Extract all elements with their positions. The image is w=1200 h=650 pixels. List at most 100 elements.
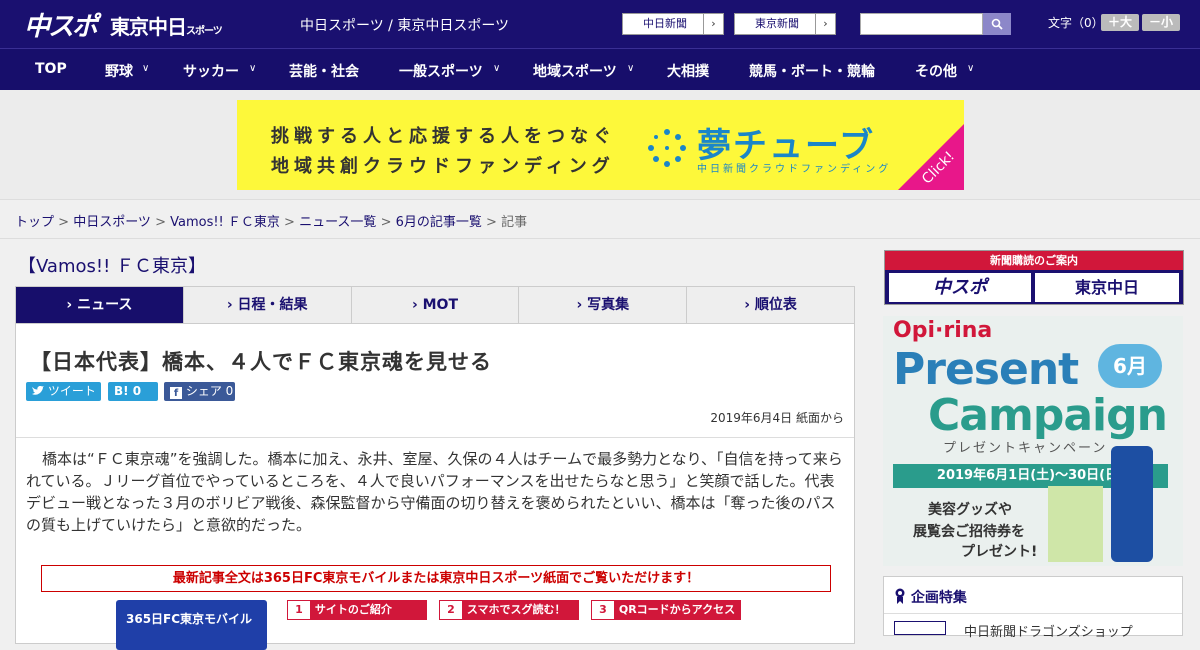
campaign-month: 6月 [1098,344,1162,388]
nav-item-top[interactable]: TOP [35,61,67,77]
chevron-down-icon: ∨ [627,63,635,74]
tokyo-chunichi-logo-text: 東京中日 [110,15,187,39]
chuspo-logo[interactable]: 中スポ [24,6,98,43]
twitter-bird-icon [32,385,44,395]
breadcrumb-current: 記事 [501,215,528,230]
divider [0,238,1200,239]
facebook-icon: f [170,387,182,399]
tab-schedule-results[interactable]: › 日程・結果 [184,287,352,323]
nav-item-baseball[interactable]: 野球 [105,61,133,81]
crowdfunding-ad-banner[interactable]: 挑戦する人と応援する人をつなぐ 地域共創クラウドファンディング 夢チューブ 中日… [237,100,964,190]
nav-item-entertainment[interactable]: 芸能・社会 [289,61,359,81]
feature-heading-text: 企画特集 [910,590,967,606]
feature-heading: 企画特集 [894,587,967,607]
tab-photos[interactable]: › 写真集 [519,287,688,323]
step-number: 1 [288,601,310,619]
step-label: スマホでスグ読む！ [466,603,566,616]
article-card: 【日本代表】橋本、４人でＦＣ東京魂を見せる ツイート B! 0 f シェア 0 … [15,324,855,650]
font-bigger-button[interactable]: ＋大 [1101,14,1139,31]
tokyo-shimbun-label: 東京新聞 [755,17,799,30]
campaign-brand: Opi·rina [893,318,993,343]
main-nav: TOP 野球 ∨ サッカー ∨ 芸能・社会 一般スポーツ ∨ 地域スポーツ ∨ … [0,48,1200,90]
fc-tokyo-mobile-promo[interactable]: 365日FC東京モバイル [116,600,267,650]
search-icon [991,18,1003,30]
divider [16,437,854,438]
dots-logo-icon [648,129,686,167]
product-box-image [1048,486,1103,562]
facebook-share-label: シェア 0 [185,384,234,398]
step-label: QRコードからアクセス [618,603,736,616]
font-size-label: 文字（0） [1048,16,1104,30]
breadcrumb-sep: > [481,215,502,230]
tweet-label: ツイート [47,384,96,398]
tab-standings[interactable]: › 順位表 [687,287,854,323]
tokyo-shimbun-button[interactable]: 東京新聞 › [734,13,836,35]
step-label: サイトのご紹介 [314,603,392,616]
chunichi-shimbun-label: 中日新聞 [643,17,687,30]
campaign-kana: プレゼントキャンペーン [943,441,1108,456]
breadcrumb-june-list[interactable]: 6月の記事一覧 [396,215,482,230]
nav-item-soccer[interactable]: サッカー [183,61,239,81]
breadcrumb-sep: > [376,215,396,230]
font-smaller-button[interactable]: －小 [1142,14,1180,31]
dragons-shop-thumbnail[interactable] [894,621,946,635]
campaign-text-2: 展覧会ご招待券を [913,524,1025,540]
subscribe-tokyo-chunichi-button[interactable]: 東京中日 [1035,273,1179,302]
nav-item-racing[interactable]: 競馬・ボート・競輪 [749,61,875,81]
step-read-on-phone[interactable]: 2 スマホでスグ読む！ [439,600,579,620]
breadcrumb-sep: > [150,215,171,230]
site-header: 中スポ 東京中日スポーツ 中日スポーツ / 東京中日スポーツ 中日新聞 › 東京新… [0,0,1200,48]
divider [884,613,1182,614]
chevron-down-icon: ∨ [249,63,257,74]
tab-mot[interactable]: › MOT [352,287,520,323]
ad-brand-sub: 中日新聞クラウドファンディング [697,164,892,175]
subscribe-chuspo-button[interactable]: 中スポ [889,273,1031,302]
campaign-text-1: 美容グッズや [928,502,1012,518]
chevron-down-icon: ∨ [493,63,501,74]
breadcrumb-top[interactable]: トップ [15,215,54,230]
article-date: 2019年6月4日 紙面から [710,411,844,425]
tokyo-chunichi-logo[interactable]: 東京中日スポーツ [110,11,223,40]
chevron-down-icon: ∨ [142,63,150,74]
tweet-button[interactable]: ツイート [26,382,101,401]
tab-news[interactable]: › ニュース [16,287,184,323]
step-qr-access[interactable]: 3 QRコードからアクセス [591,600,741,620]
subscription-box[interactable]: 新聞購読のご案内 中スポ 東京中日 [884,250,1184,305]
section-tabs: › ニュース › 日程・結果 › MOT › 写真集 › 順位表 [15,286,855,324]
chunichi-shimbun-button[interactable]: 中日新聞 › [622,13,724,35]
nav-item-local-sports[interactable]: 地域スポーツ [533,61,617,81]
present-campaign-banner[interactable]: Opi·rina 6月 Present Campaign プレゼントキャンペーン… [883,316,1183,566]
facebook-share-button[interactable]: f シェア 0 [164,382,235,401]
nav-item-general-sports[interactable]: 一般スポーツ [399,61,483,81]
step-number: 2 [440,601,462,619]
breadcrumb-news-list[interactable]: ニュース一覧 [299,215,376,230]
chevron-right-icon: › [703,14,723,34]
medal-icon [895,588,905,604]
chevron-down-icon: ∨ [967,63,975,74]
campaign-title-2: Campaign [928,390,1168,441]
chevron-right-icon: › [815,14,835,34]
nav-item-other[interactable]: その他 [915,61,957,81]
site-title: 中日スポーツ / 東京中日スポーツ [300,18,510,34]
step-site-intro[interactable]: 1 サイトのご紹介 [287,600,427,620]
step-number: 3 [592,601,614,619]
subscription-heading: 新聞購読のご案内 [885,251,1183,270]
feature-item-dragons-shop[interactable]: 中日新聞ドラゴンズショップ [964,621,1133,640]
breadcrumb-sep: > [54,215,74,230]
section-title[interactable]: 【Vamos!! ＦＣ東京】 [18,252,206,278]
breadcrumb-sep: > [279,215,300,230]
campaign-title-1: Present [893,344,1079,395]
campaign-text-3: プレゼント! [961,544,1038,560]
article-body: 橋本は“ＦＣ東京魂”を強調した。橋本に加え、永井、室屋、久保の４人はチームで最多… [26,450,843,534]
ad-line1: 挑戦する人と応援する人をつなぐ [271,126,616,147]
search-input[interactable] [860,13,983,35]
breadcrumb-vamos[interactable]: Vamos!! ＦＣ東京 [170,215,280,230]
subscription-notice: 最新記事全文は365日FC東京モバイルまたは東京中日スポーツ紙面でご覧いただけま… [41,565,831,592]
nav-item-sumo[interactable]: 大相撲 [667,61,709,81]
product-bottle-image [1111,446,1153,562]
article-title: 【日本代表】橋本、４人でＦＣ東京魂を見せる [30,350,492,374]
search-button[interactable] [983,13,1011,35]
ad-line2: 地域共創クラウドファンディング [271,156,615,177]
breadcrumb-chunichi-sports[interactable]: 中日スポーツ [73,215,151,230]
hatena-bookmark-button[interactable]: B! 0 [108,382,158,401]
